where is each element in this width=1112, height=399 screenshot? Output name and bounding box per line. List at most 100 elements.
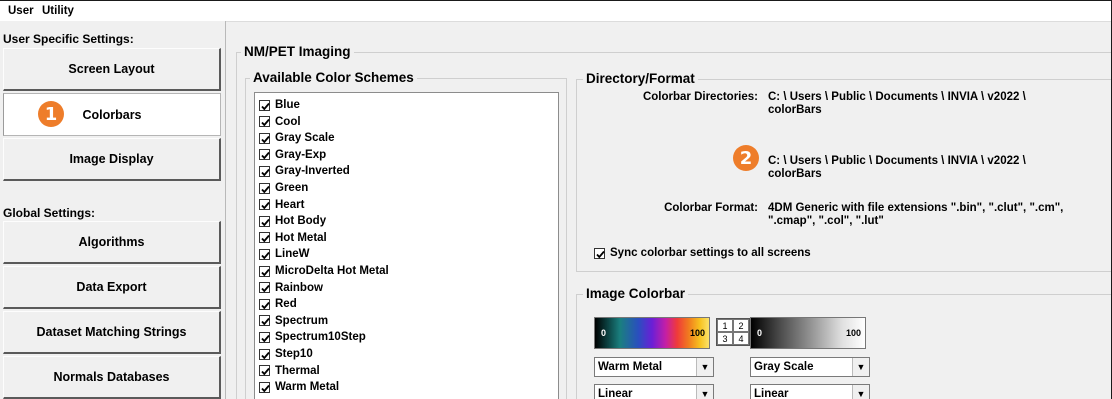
color-scheme-item[interactable]: Hot Metal bbox=[259, 230, 327, 246]
checkmark-icon bbox=[261, 218, 270, 227]
colorbar-directory-1-line2: colorBars bbox=[768, 104, 822, 116]
colorbar-directory-1-line1: C: \ Users \ Public \ Documents \ INVIA … bbox=[768, 91, 1026, 103]
color-scheme-label: Red bbox=[275, 298, 297, 311]
color-scheme-label: Rainbow bbox=[275, 281, 323, 294]
menu-utility[interactable]: Utility bbox=[42, 5, 74, 17]
color-scheme-checkbox[interactable] bbox=[259, 132, 270, 144]
warm-metal-colorbar: 0 100 bbox=[594, 317, 710, 349]
color-scheme-item[interactable]: Gray-Exp bbox=[259, 147, 326, 163]
color-scheme-item[interactable]: Warm Metal bbox=[259, 379, 339, 395]
color-scheme-checkbox[interactable] bbox=[259, 298, 270, 310]
color-scheme-item[interactable]: Heart bbox=[259, 197, 304, 213]
right-colorbar-scale-value: Linear bbox=[754, 388, 789, 399]
checkmark-icon bbox=[261, 368, 270, 376]
layout-cell-1[interactable]: 1 bbox=[717, 319, 733, 332]
color-scheme-item[interactable]: Spectrum bbox=[259, 313, 328, 329]
color-scheme-checkbox[interactable] bbox=[259, 215, 270, 227]
color-scheme-item[interactable]: Green bbox=[259, 180, 308, 196]
color-scheme-item[interactable]: Thermal bbox=[259, 363, 320, 379]
color-scheme-checkbox[interactable] bbox=[259, 182, 270, 194]
left-colorbar-scheme-value: Warm Metal bbox=[598, 361, 663, 373]
checkmark-icon bbox=[261, 334, 270, 343]
checkmark-icon bbox=[596, 250, 605, 258]
right-colorbar-scheme-select[interactable]: Gray Scale ▼ bbox=[750, 357, 870, 377]
color-scheme-label: Gray-Exp bbox=[275, 148, 327, 161]
sync-colorbar-checkbox[interactable] bbox=[594, 247, 605, 259]
user-settings-label: User Specific Settings: bbox=[3, 32, 134, 46]
checkmark-icon bbox=[261, 301, 270, 310]
normals-databases-button[interactable]: Normals Databases bbox=[3, 356, 221, 399]
sync-colorbar-label: Sync colorbar settings to all screens bbox=[610, 247, 811, 259]
menu-bar: User Utility bbox=[0, 1, 230, 21]
data-export-button[interactable]: Data Export bbox=[3, 266, 221, 309]
color-scheme-list: Blue Cool Gray Scale Gray-Exp Gray-Inverted G… bbox=[254, 92, 559, 399]
color-scheme-label: Warm Metal bbox=[275, 381, 340, 394]
colorbar-directory-2-line2: colorBars bbox=[768, 168, 822, 180]
color-scheme-label: Cool bbox=[275, 115, 301, 128]
color-scheme-item[interactable]: Hot Body bbox=[259, 213, 326, 229]
color-scheme-item[interactable]: Red bbox=[259, 296, 297, 312]
available-color-schemes-title: Available Color Schemes bbox=[250, 70, 417, 85]
dataset-matching-strings-button[interactable]: Dataset Matching Strings bbox=[3, 311, 221, 354]
colorbar-directories-label: Colorbar Directories: bbox=[642, 91, 758, 103]
layout-cell-2[interactable]: 2 bbox=[733, 319, 749, 332]
screen-layout-grid[interactable]: 1 2 3 4 bbox=[716, 318, 750, 346]
color-scheme-checkbox[interactable] bbox=[259, 232, 270, 244]
colorbar-directory-1: C: \ Users \ Public \ Documents \ INVIA … bbox=[768, 91, 1026, 117]
step-badge-1: 1 bbox=[38, 101, 64, 127]
chevron-down-icon[interactable]: ▼ bbox=[852, 385, 869, 399]
settings-window: User Utility User Specific Settings: Scr… bbox=[0, 0, 1112, 399]
colorbars-button[interactable]: Colorbars bbox=[3, 93, 221, 136]
color-scheme-item[interactable]: Step10 bbox=[259, 346, 313, 362]
color-scheme-item[interactable]: Blue bbox=[259, 97, 300, 113]
color-scheme-label: Spectrum10Step bbox=[275, 331, 366, 344]
sync-colorbar-option[interactable]: Sync colorbar settings to all screens bbox=[594, 247, 811, 259]
menu-user[interactable]: User bbox=[8, 5, 34, 17]
left-colorbar-scale-select[interactable]: Linear ▼ bbox=[594, 384, 714, 399]
layout-cell-4[interactable]: 4 bbox=[733, 332, 749, 345]
chevron-down-icon[interactable]: ▼ bbox=[696, 385, 713, 399]
color-scheme-item[interactable]: Cool bbox=[259, 114, 301, 130]
color-scheme-checkbox[interactable] bbox=[259, 282, 270, 294]
checkmark-icon bbox=[261, 202, 270, 210]
left-colorbar-scheme-select[interactable]: Warm Metal ▼ bbox=[594, 357, 714, 377]
color-scheme-checkbox[interactable] bbox=[259, 348, 270, 360]
color-scheme-checkbox[interactable] bbox=[259, 199, 270, 211]
algorithms-button[interactable]: Algorithms bbox=[3, 221, 221, 264]
chevron-down-icon[interactable]: ▼ bbox=[696, 358, 713, 376]
colorbars-label: Colorbars bbox=[82, 107, 142, 122]
left-colorbar-max: 100 bbox=[689, 328, 705, 338]
color-scheme-item[interactable]: MicroDelta Hot Metal bbox=[259, 263, 389, 279]
left-colorbar-scale-value: Linear bbox=[598, 388, 633, 399]
color-scheme-label: Step10 bbox=[275, 348, 313, 360]
color-scheme-checkbox[interactable] bbox=[259, 265, 270, 277]
chevron-down-icon[interactable]: ▼ bbox=[852, 358, 869, 376]
checkmark-icon bbox=[261, 384, 270, 393]
color-scheme-checkbox[interactable] bbox=[259, 99, 270, 111]
checkmark-icon bbox=[261, 351, 270, 359]
screen-layout-button[interactable]: Screen Layout bbox=[3, 48, 221, 91]
left-colorbar-min: 0 bbox=[601, 328, 607, 338]
layout-cell-3[interactable]: 3 bbox=[717, 332, 733, 345]
color-scheme-item[interactable]: Gray-Inverted bbox=[259, 163, 350, 179]
color-scheme-checkbox[interactable] bbox=[259, 315, 270, 327]
right-colorbar-min: 0 bbox=[757, 328, 763, 338]
color-scheme-checkbox[interactable] bbox=[259, 149, 270, 161]
color-scheme-checkbox[interactable] bbox=[259, 165, 270, 177]
color-scheme-checkbox[interactable] bbox=[259, 331, 270, 343]
color-scheme-item[interactable]: LineW bbox=[259, 246, 310, 262]
image-display-button[interactable]: Image Display bbox=[3, 138, 221, 181]
global-settings-label: Global Settings: bbox=[3, 206, 96, 220]
color-scheme-checkbox[interactable] bbox=[259, 365, 270, 377]
color-scheme-item[interactable]: Spectrum10Step bbox=[259, 329, 366, 345]
color-scheme-checkbox[interactable] bbox=[259, 116, 270, 128]
gray-scale-colorbar: 0 100 bbox=[750, 317, 866, 349]
right-colorbar-scale-select[interactable]: Linear ▼ bbox=[750, 384, 870, 399]
color-scheme-item[interactable]: Gray Scale bbox=[259, 130, 334, 146]
color-scheme-label: LineW bbox=[275, 248, 310, 261]
color-scheme-checkbox[interactable] bbox=[259, 248, 270, 260]
checkmark-icon bbox=[261, 318, 270, 326]
right-colorbar-max: 100 bbox=[845, 328, 861, 338]
color-scheme-item[interactable]: Rainbow bbox=[259, 280, 323, 296]
color-scheme-checkbox[interactable] bbox=[259, 381, 270, 393]
